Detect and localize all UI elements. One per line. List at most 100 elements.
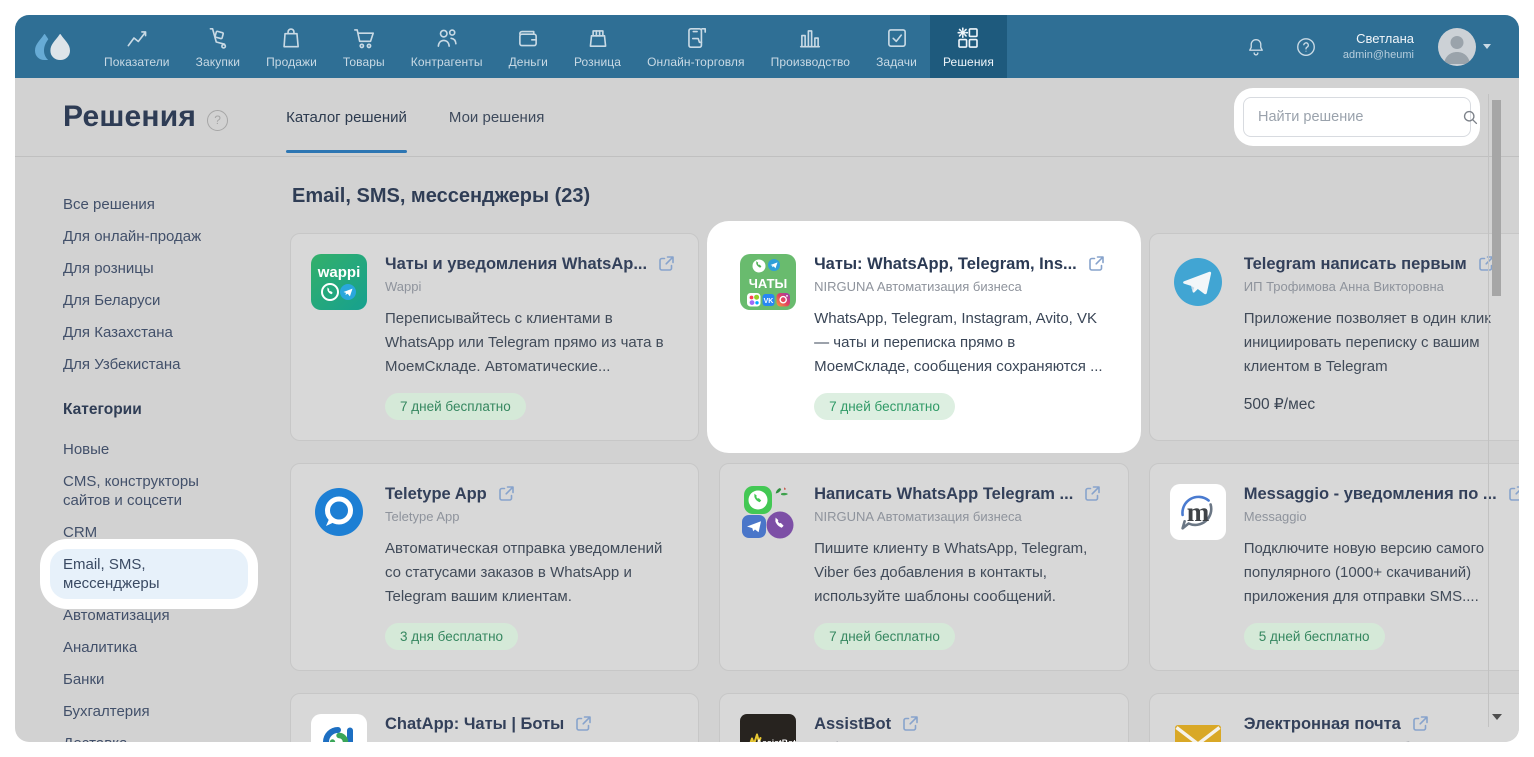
notifications-bell-icon[interactable] — [1243, 34, 1269, 60]
trial-badge: 3 дня бесплатно — [385, 623, 518, 650]
avatar — [1438, 28, 1476, 66]
catalog-content: Email, SMS, мессенджеры (23) wappi Чаты … — [290, 185, 1471, 742]
moysklad-logo-icon[interactable] — [15, 15, 91, 78]
nav-item-sales[interactable]: Продажи — [253, 15, 330, 78]
solution-card-1[interactable]: wappi Чаты и уведомления WhatsAp... Wapp… — [290, 233, 699, 441]
production-icon — [797, 24, 823, 52]
external-link-icon[interactable] — [1082, 484, 1102, 504]
tab-catalog[interactable]: Каталог решений — [286, 78, 407, 156]
sidebar-category-9[interactable]: Доставка — [63, 734, 290, 742]
nav-item-online-trade[interactable]: Онлайн-торговля — [634, 15, 758, 78]
trial-badge: 7 дней бесплатно — [814, 623, 955, 650]
scrollbar-thumb[interactable] — [1492, 100, 1501, 296]
teletype-app-icon — [311, 484, 367, 540]
external-link-icon[interactable] — [573, 714, 593, 734]
messaggio-app-icon: m — [1170, 484, 1226, 540]
card-description: Приложение позволяет в один клик инициир… — [1244, 307, 1519, 379]
card-vendor: AssistBot — [814, 739, 1106, 742]
external-link-icon[interactable] — [496, 484, 516, 504]
page-header: Решения ? Каталог решенийМои решения — [15, 78, 1519, 157]
sidebar-category-7[interactable]: Банки — [63, 670, 290, 689]
solution-card-2[interactable]: ЧАТЫVK Чаты: WhatsApp, Telegram, Ins... … — [719, 233, 1129, 441]
card-title: Messaggio - уведомления по ... — [1244, 485, 1497, 504]
nav-item-retail[interactable]: Розница — [561, 15, 634, 78]
nav-item-solutions[interactable]: Решения — [930, 15, 1007, 78]
nav-item-label: Показатели — [104, 55, 170, 69]
help-icon[interactable] — [1293, 34, 1319, 60]
card-title: Электронная почта — [1244, 715, 1401, 734]
solution-card-3[interactable]: Telegram написать первым ИП Трофимова Ан… — [1149, 233, 1519, 441]
nav-item-label: Товары — [343, 55, 385, 69]
solution-card-6[interactable]: m Messaggio - уведомления по ... Messagg… — [1149, 463, 1519, 671]
external-link-icon[interactable] — [1506, 484, 1519, 504]
card-description: WhatsApp, Telegram, Instagram, Avito, VK… — [814, 307, 1106, 379]
card-description: Переписывайтесь с клиентами в WhatsApp и… — [385, 307, 676, 379]
sidebar-category-3[interactable]: CRM — [63, 523, 290, 542]
nav-item-label: Розница — [574, 55, 621, 69]
napisat-app-icon — [740, 484, 796, 540]
screenshot-frame: Показатели Закупки Продажи Товары Контра… — [0, 0, 1534, 757]
main-menu: Показатели Закупки Продажи Товары Контра… — [91, 15, 1007, 78]
sidebar-link-6[interactable]: Для Узбекистана — [63, 355, 290, 374]
nav-item-production[interactable]: Производство — [758, 15, 863, 78]
search-input[interactable] — [1244, 109, 1453, 125]
nav-item-indicators[interactable]: Показатели — [91, 15, 183, 78]
solution-card-7[interactable]: ChatApp: Чаты | Боты SMART INNOVATIONS D… — [290, 693, 699, 742]
indicators-icon — [124, 24, 150, 52]
sidebar-link-1[interactable]: Все решения — [63, 195, 290, 214]
telegram-app-icon — [1170, 254, 1226, 310]
chevron-down-icon — [1483, 44, 1491, 49]
card-vendor: Teletype App — [385, 509, 676, 524]
nav-item-tasks[interactable]: Задачи — [863, 15, 930, 78]
nav-item-money[interactable]: Деньги — [496, 15, 561, 78]
tab-my-solutions[interactable]: Мои решения — [449, 78, 544, 156]
card-description: Пишите клиенту в WhatsApp, Telegram, Vib… — [814, 537, 1106, 609]
svg-text:wappi: wappi — [317, 264, 361, 281]
trial-badge: 7 дней бесплатно — [814, 393, 955, 420]
solutions-grid: wappi Чаты и уведомления WhatsAp... Wapp… — [290, 233, 1471, 742]
solution-card-9[interactable]: Электронная почта NIRGUNA Автоматизация … — [1149, 693, 1519, 742]
sidebar: Все решения Для онлайн-продаж Для розницы Д… — [63, 185, 290, 742]
vertical-scrollbar[interactable] — [1488, 94, 1504, 727]
external-link-icon[interactable] — [656, 254, 676, 274]
card-vendor: ИП Трофимова Анна Викторовна — [1244, 279, 1519, 294]
counterparties-icon — [434, 24, 460, 52]
sidebar-category-2[interactable]: CMS, конструкторы сайтов и соцсети — [63, 472, 290, 510]
goods-icon — [351, 24, 377, 52]
sidebar-category-6[interactable]: Аналитика — [63, 638, 290, 657]
sidebar-category-5[interactable]: Автоматизация — [63, 606, 290, 625]
user-name: Светлана — [1343, 31, 1414, 48]
sidebar-category-8[interactable]: Бухгалтерия — [63, 702, 290, 721]
scrollbar-down-arrow[interactable] — [1492, 714, 1502, 720]
sidebar-category-1[interactable]: Новые — [63, 440, 290, 459]
solution-card-8[interactable]: AssistBot AssistBot AssistBot 1. Уведомл… — [719, 693, 1129, 742]
card-description: Автоматическая отправка уведомлений со с… — [385, 537, 676, 609]
page-help-icon[interactable]: ? — [207, 110, 228, 131]
nav-item-counterparties[interactable]: Контрагенты — [398, 15, 496, 78]
sidebar-link-2[interactable]: Для онлайн-продаж — [63, 227, 290, 246]
nav-item-label: Закупки — [196, 55, 240, 69]
sidebar-link-3[interactable]: Для розницы — [63, 259, 290, 278]
page-body: Все решения Для онлайн-продаж Для розницы Д… — [15, 157, 1519, 742]
nav-item-purchases[interactable]: Закупки — [183, 15, 253, 78]
purchases-icon — [205, 24, 231, 52]
selected-category-pill[interactable]: Email, SMS, мессенджеры — [50, 549, 248, 599]
search-icon[interactable] — [1453, 109, 1487, 126]
nav-item-goods[interactable]: Товары — [330, 15, 398, 78]
retail-icon — [585, 24, 611, 52]
sidebar-link-4[interactable]: Для Беларуси — [63, 291, 290, 310]
user-menu[interactable] — [1438, 28, 1491, 66]
solutions-icon — [955, 24, 981, 52]
solution-card-5[interactable]: Написать WhatsApp Telegram ... NIRGUNA А… — [719, 463, 1129, 671]
sidebar-category-4[interactable]: Email, SMS, мессенджеры — [63, 555, 290, 593]
external-link-icon[interactable] — [900, 714, 920, 734]
external-link-icon[interactable] — [1086, 254, 1106, 274]
external-link-icon[interactable] — [1410, 714, 1430, 734]
email-app-icon — [1170, 714, 1226, 742]
search-highlight — [1243, 97, 1471, 137]
user-info[interactable]: Светлана admin@heumi — [1343, 31, 1414, 62]
trial-badge: 7 дней бесплатно — [385, 393, 526, 420]
solution-card-4[interactable]: Teletype App Teletype App Автоматическая… — [290, 463, 699, 671]
sidebar-link-5[interactable]: Для Казахстана — [63, 323, 290, 342]
tab-bar: Каталог решений Мои решения — [286, 78, 544, 156]
